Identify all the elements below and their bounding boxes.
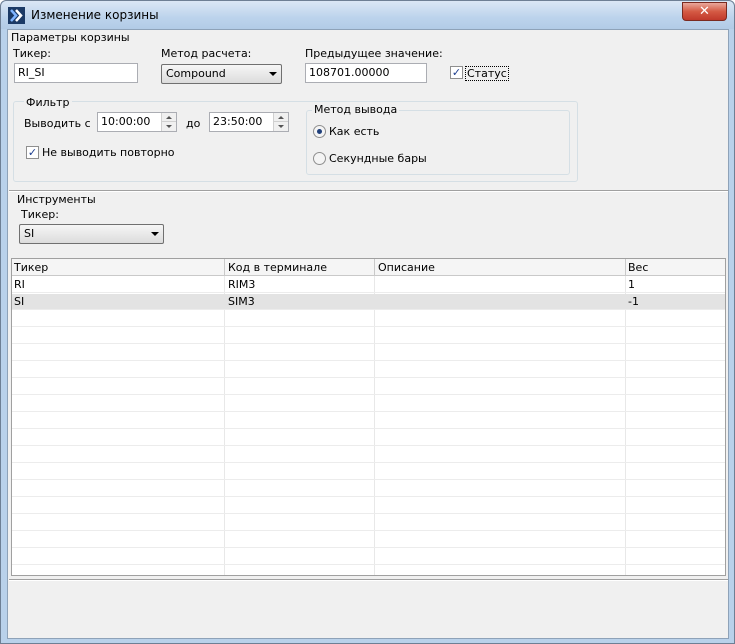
cell-weight: -1	[628, 295, 639, 308]
empty-row	[12, 447, 725, 463]
title-bar[interactable]: Изменение корзины ✕	[1, 1, 734, 29]
output-method-label: Метод вывода	[312, 103, 400, 116]
params-group-label: Параметры корзины	[11, 31, 130, 44]
checkmark-icon: ✓	[27, 146, 38, 159]
section-divider	[9, 190, 728, 192]
empty-row	[12, 515, 725, 531]
empty-row	[12, 311, 725, 327]
empty-row	[12, 379, 725, 395]
dialog-client-area: Параметры корзины Тикер: RI_SI Метод рас…	[7, 29, 729, 639]
empty-row	[12, 345, 725, 361]
empty-row	[12, 549, 725, 565]
filter-group-label: Фильтр	[24, 96, 72, 109]
empty-row	[12, 328, 725, 344]
cell-ticker: SI	[14, 295, 25, 308]
prev-value-input[interactable]: 108701.00000	[305, 63, 427, 83]
chevron-down-icon	[269, 72, 277, 76]
chevron-down-icon	[151, 232, 159, 236]
output-method-group	[306, 110, 570, 175]
column-header[interactable]: Тикер	[14, 261, 48, 274]
radio-as-is-label: Как есть	[329, 125, 380, 138]
close-button[interactable]: ✕	[682, 2, 727, 21]
window-title: Изменение корзины	[31, 8, 159, 22]
method-label: Метод расчета:	[161, 47, 252, 60]
status-checkbox[interactable]: ✓	[450, 66, 463, 79]
close-icon: ✕	[699, 4, 710, 19]
to-label: до	[186, 117, 201, 130]
ticker-input[interactable]: RI_SI	[14, 63, 138, 83]
prev-value-label: Предыдущее значение:	[305, 47, 443, 60]
instruments-group-label: Инструменты	[17, 193, 96, 206]
instr-ticker-label: Тикер:	[21, 208, 59, 221]
empty-row	[12, 413, 725, 429]
from-time-value: 10:00:00	[101, 115, 151, 128]
instr-ticker-select[interactable]: SI	[19, 224, 164, 244]
no-repeat-checkbox[interactable]: ✓	[26, 146, 39, 159]
cell-terminal-code: RIM3	[228, 278, 256, 291]
ticker-label: Тикер:	[13, 47, 51, 60]
radio-second-bars[interactable]	[313, 152, 326, 165]
table-header: Тикер Код в терминале Описание Вес	[12, 259, 725, 276]
column-header[interactable]: Код в терминале	[228, 261, 327, 274]
empty-row	[12, 362, 725, 378]
to-time-value: 23:50:00	[213, 115, 263, 128]
table-row[interactable]: SI SIM3 -1	[12, 294, 725, 310]
column-header[interactable]: Описание	[378, 261, 435, 274]
checkmark-icon: ✓	[451, 66, 462, 79]
empty-row	[12, 532, 725, 548]
method-select-value: Compound	[166, 67, 226, 80]
method-select[interactable]: Compound	[161, 64, 282, 84]
empty-row	[12, 498, 725, 514]
spin-down-icon[interactable]	[274, 122, 288, 131]
instr-ticker-value: SI	[24, 227, 35, 240]
spin-up-icon[interactable]	[274, 113, 288, 122]
from-time-spinner[interactable]: 10:00:00	[97, 112, 177, 132]
table-row[interactable]: RI RIM3 1	[12, 277, 725, 293]
app-chevron-icon	[8, 7, 25, 24]
empty-row	[12, 396, 725, 412]
from-label: Выводить с	[24, 117, 91, 130]
to-time-spinner[interactable]: 23:50:00	[209, 112, 289, 132]
radio-as-is[interactable]	[313, 125, 326, 138]
status-label: Статус	[465, 66, 509, 81]
instruments-table[interactable]: Тикер Код в терминале Описание Вес RI RI…	[11, 258, 726, 576]
cell-terminal-code: SIM3	[228, 295, 255, 308]
empty-row	[12, 481, 725, 497]
dialog-window: Изменение корзины ✕ Параметры корзины Ти…	[0, 0, 735, 644]
cell-ticker: RI	[14, 278, 25, 291]
radio-second-bars-label: Секундные бары	[329, 152, 427, 165]
spin-down-icon[interactable]	[162, 122, 176, 131]
empty-row	[12, 464, 725, 480]
column-header[interactable]: Вес	[628, 261, 648, 274]
empty-row	[12, 430, 725, 446]
no-repeat-label: Не выводить повторно	[42, 146, 175, 159]
spin-up-icon[interactable]	[162, 113, 176, 122]
cell-weight: 1	[628, 278, 635, 291]
footer-divider	[9, 579, 728, 581]
